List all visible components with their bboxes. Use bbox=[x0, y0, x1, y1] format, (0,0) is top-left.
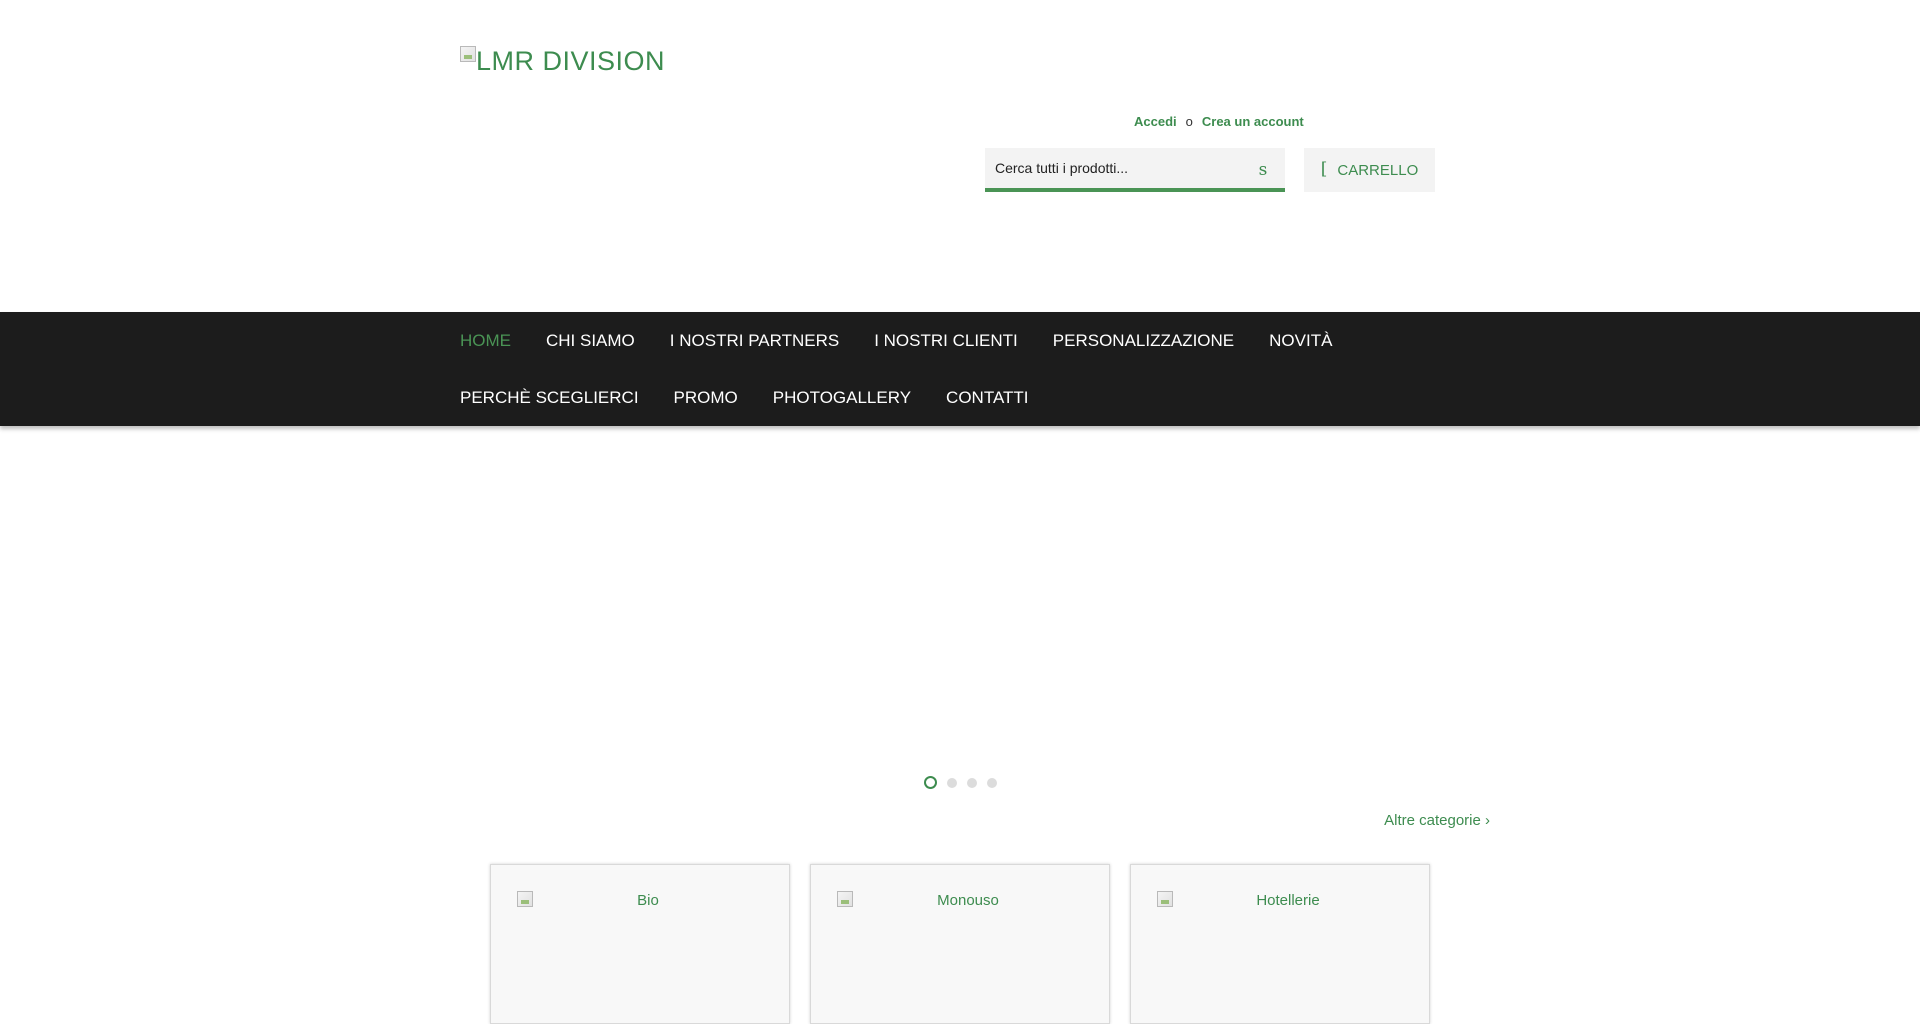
slider-dot[interactable] bbox=[924, 776, 937, 789]
category-card-hotellerie[interactable]: Hotellerie bbox=[1130, 864, 1430, 1024]
category-label: Hotellerie bbox=[1256, 892, 1320, 909]
cart-button[interactable]: [ CARRELLO bbox=[1304, 148, 1435, 192]
logo-alt-text: LMR DIVISION bbox=[476, 46, 666, 76]
broken-image-icon bbox=[460, 46, 476, 62]
slider-pagination bbox=[924, 776, 997, 789]
site-logo[interactable]: LMR DIVISION bbox=[460, 46, 665, 77]
category-cards: Bio Monouso Hotellerie bbox=[490, 864, 1430, 1024]
main-nav: HOME CHI SIAMO I NOSTRI PARTNERS I NOSTR… bbox=[0, 312, 1920, 426]
category-card-bio[interactable]: Bio bbox=[490, 864, 790, 1024]
account-separator: o bbox=[1185, 114, 1193, 129]
slider-dot[interactable] bbox=[947, 777, 957, 788]
nav-item-personalizzazione[interactable]: PERSONALIZZAZIONE bbox=[1053, 331, 1234, 351]
nav-item-chi-siamo[interactable]: CHI SIAMO bbox=[546, 331, 635, 351]
login-link[interactable]: Accedi bbox=[1134, 114, 1177, 129]
slider-dot[interactable] bbox=[967, 777, 977, 788]
category-label: Monouso bbox=[937, 892, 999, 909]
nav-item-promo[interactable]: PROMO bbox=[674, 388, 738, 408]
search-box: s bbox=[985, 148, 1285, 192]
site-header: LMR DIVISION Accedi o Crea un account s … bbox=[0, 0, 1920, 312]
category-card-monouso[interactable]: Monouso bbox=[810, 864, 1110, 1024]
nav-item-perche-sceglierci[interactable]: PERCHÈ SCEGLIERCI bbox=[460, 388, 639, 408]
cart-icon: [ bbox=[1320, 159, 1328, 179]
cart-label: CARRELLO bbox=[1337, 161, 1419, 179]
nav-item-clienti[interactable]: I NOSTRI CLIENTI bbox=[874, 331, 1018, 351]
nav-row: HOME CHI SIAMO I NOSTRI PARTNERS I NOSTR… bbox=[460, 312, 1367, 369]
hero-slider bbox=[0, 426, 1920, 796]
nav-item-photogallery[interactable]: PHOTOGALLERY bbox=[773, 388, 911, 408]
search-icon[interactable]: s bbox=[1253, 160, 1273, 180]
category-label: Bio bbox=[637, 892, 659, 909]
nav-item-contatti[interactable]: CONTATTI bbox=[946, 388, 1028, 408]
nav-row: PERCHÈ SCEGLIERCI PROMO PHOTOGALLERY CON… bbox=[460, 369, 1064, 426]
nav-item-novita[interactable]: NOVITÀ bbox=[1269, 331, 1332, 351]
search-input[interactable] bbox=[985, 148, 1240, 188]
register-link[interactable]: Crea un account bbox=[1202, 114, 1304, 129]
nav-item-partners[interactable]: I NOSTRI PARTNERS bbox=[670, 331, 839, 351]
account-links: Accedi o Crea un account bbox=[1134, 114, 1304, 129]
slider-dot[interactable] bbox=[987, 777, 997, 788]
nav-item-home[interactable]: HOME bbox=[460, 331, 511, 351]
more-categories-link[interactable]: Altre categorie › bbox=[1384, 812, 1490, 829]
